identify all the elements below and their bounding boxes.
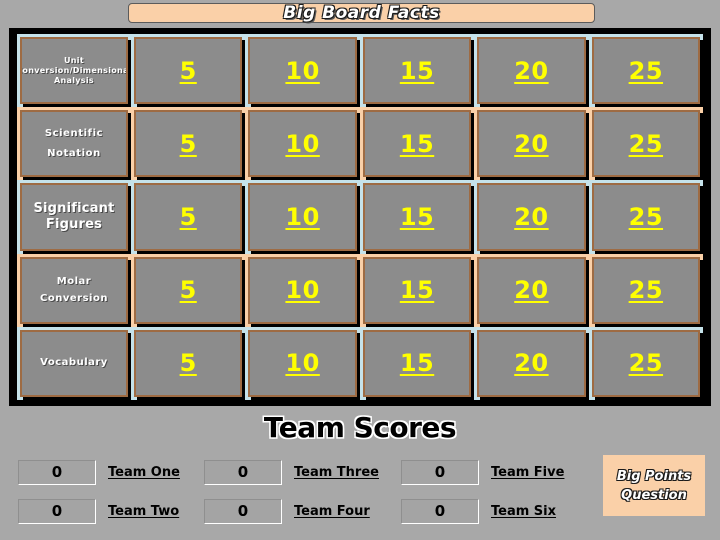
board-grid: Unit Conversion/Dimensional Analysis 5 1… — [17, 34, 703, 401]
value-label: 15 — [399, 129, 435, 158]
value-label: 5 — [179, 349, 197, 378]
value-cell-r3c2[interactable]: 10 — [248, 183, 357, 251]
value-label: 5 — [179, 56, 197, 85]
team-label-five[interactable]: Team Five — [491, 466, 564, 479]
score-value: 0 — [434, 501, 446, 520]
team-entry-one: 0 Team One — [18, 459, 180, 485]
value-cell-r3c1[interactable]: 5 — [134, 183, 243, 251]
value-cell-r4c2[interactable]: 10 — [248, 256, 357, 324]
team-entry-four: 0 Team Four — [204, 498, 370, 524]
category-cell-scientific-notation[interactable]: Scientific Notation — [20, 110, 128, 178]
value-label: 15 — [399, 203, 435, 231]
value-label: 15 — [399, 276, 435, 305]
score-value: 0 — [51, 501, 63, 520]
value-label: 10 — [285, 129, 320, 158]
value-label: 25 — [628, 56, 664, 85]
category-cell-molar-conversion[interactable]: Molar Conversion — [20, 256, 128, 324]
value-cell-r1c3[interactable]: 15 — [362, 37, 472, 105]
value-cell-r4c5[interactable]: 25 — [591, 256, 701, 324]
category-cell-vocabulary[interactable]: Vocabulary — [20, 329, 128, 398]
value-cell-r4c3[interactable]: 15 — [362, 256, 472, 324]
value-label: 25 — [628, 203, 664, 231]
team-label-three[interactable]: Team Three — [294, 466, 379, 479]
value-cell-r2c2[interactable]: 10 — [248, 110, 357, 178]
page-title: Big Board Facts — [283, 2, 440, 23]
value-cell-r2c1[interactable]: 5 — [134, 110, 243, 178]
value-cell-r1c1[interactable]: 5 — [134, 37, 243, 105]
value-label: 15 — [399, 349, 435, 378]
score-box-team-two[interactable]: 0 — [18, 498, 96, 524]
team-label-two[interactable]: Team Two — [108, 505, 179, 518]
value-label: 20 — [514, 349, 549, 378]
value-cell-r4c4[interactable]: 20 — [477, 256, 586, 324]
board-row: Molar Conversion 5 10 15 20 25 — [17, 253, 703, 327]
team-label-four[interactable]: Team Four — [294, 505, 370, 518]
value-cell-r5c5[interactable]: 25 — [591, 329, 701, 398]
value-cell-r2c3[interactable]: 15 — [362, 110, 472, 178]
value-label: 20 — [514, 203, 549, 231]
category-label: Unit Conversion/Dimensional Analysis — [20, 55, 128, 85]
board-row: Unit Conversion/Dimensional Analysis 5 1… — [17, 34, 703, 108]
value-cell-r5c1[interactable]: 5 — [134, 329, 243, 398]
score-box-team-one[interactable]: 0 — [18, 459, 96, 485]
value-label: 20 — [514, 276, 549, 305]
score-box-team-three[interactable]: 0 — [204, 459, 282, 485]
value-cell-r1c4[interactable]: 20 — [477, 37, 586, 105]
board-row: Vocabulary 5 10 15 20 25 — [17, 326, 703, 401]
board-row: Scientific Notation 5 10 15 20 25 — [17, 107, 703, 181]
value-label: 15 — [399, 56, 435, 85]
category-label: Significant Figures — [33, 200, 115, 232]
team-label-one[interactable]: Team One — [108, 466, 180, 479]
score-value: 0 — [237, 462, 249, 481]
team-entry-six: 0 Team Six — [401, 498, 556, 524]
team-scores-title-text: Team Scores — [263, 411, 457, 444]
value-cell-r5c3[interactable]: 15 — [362, 329, 472, 398]
value-label: 25 — [628, 349, 664, 378]
team-entry-three: 0 Team Three — [204, 459, 379, 485]
big-points-line-2: Question — [621, 487, 687, 503]
value-label: 10 — [285, 203, 320, 231]
value-label: 20 — [514, 56, 549, 85]
value-cell-r3c5[interactable]: 25 — [591, 183, 701, 251]
value-cell-r5c4[interactable]: 20 — [477, 329, 586, 398]
value-label: 5 — [179, 276, 197, 305]
category-label: Vocabulary — [40, 357, 108, 369]
score-value: 0 — [237, 501, 249, 520]
value-cell-r2c4[interactable]: 20 — [477, 110, 586, 178]
value-label: 5 — [179, 129, 197, 158]
score-box-team-four[interactable]: 0 — [204, 498, 282, 524]
value-label: 5 — [179, 203, 197, 231]
score-value: 0 — [51, 462, 63, 481]
value-label: 10 — [285, 349, 320, 378]
game-board: Unit Conversion/Dimensional Analysis 5 1… — [9, 28, 711, 406]
value-cell-r2c5[interactable]: 25 — [591, 110, 701, 178]
team-entry-five: 0 Team Five — [401, 459, 564, 485]
value-cell-r1c2[interactable]: 10 — [248, 37, 357, 105]
title-banner: Big Board Facts — [128, 3, 595, 23]
score-box-team-six[interactable]: 0 — [401, 498, 479, 524]
big-points-question-button[interactable]: Big Points Question — [603, 455, 705, 516]
team-label-six[interactable]: Team Six — [491, 505, 556, 518]
big-points-line-1: Big Points — [616, 468, 692, 484]
category-cell-significant-figures[interactable]: Significant Figures — [20, 183, 128, 251]
value-cell-r4c1[interactable]: 5 — [134, 256, 243, 324]
category-label: Scientific Notation — [44, 127, 104, 159]
value-cell-r3c4[interactable]: 20 — [477, 183, 586, 251]
score-box-team-five[interactable]: 0 — [401, 459, 479, 485]
board-row: Significant Figures 5 10 15 20 25 — [17, 180, 703, 254]
value-label: 25 — [628, 129, 664, 158]
value-label: 25 — [628, 276, 664, 305]
value-label: 20 — [514, 129, 549, 158]
team-entry-two: 0 Team Two — [18, 498, 179, 524]
score-value: 0 — [434, 462, 446, 481]
category-cell-unit-conversion[interactable]: Unit Conversion/Dimensional Analysis — [20, 37, 128, 105]
value-label: 10 — [285, 276, 320, 305]
category-label: Molar Conversion — [40, 276, 108, 305]
value-cell-r3c3[interactable]: 15 — [362, 183, 472, 251]
value-cell-r5c2[interactable]: 10 — [248, 329, 357, 398]
team-scores-heading: Team Scores — [0, 414, 720, 442]
value-cell-r1c5[interactable]: 25 — [591, 37, 701, 105]
value-label: 10 — [285, 56, 320, 85]
